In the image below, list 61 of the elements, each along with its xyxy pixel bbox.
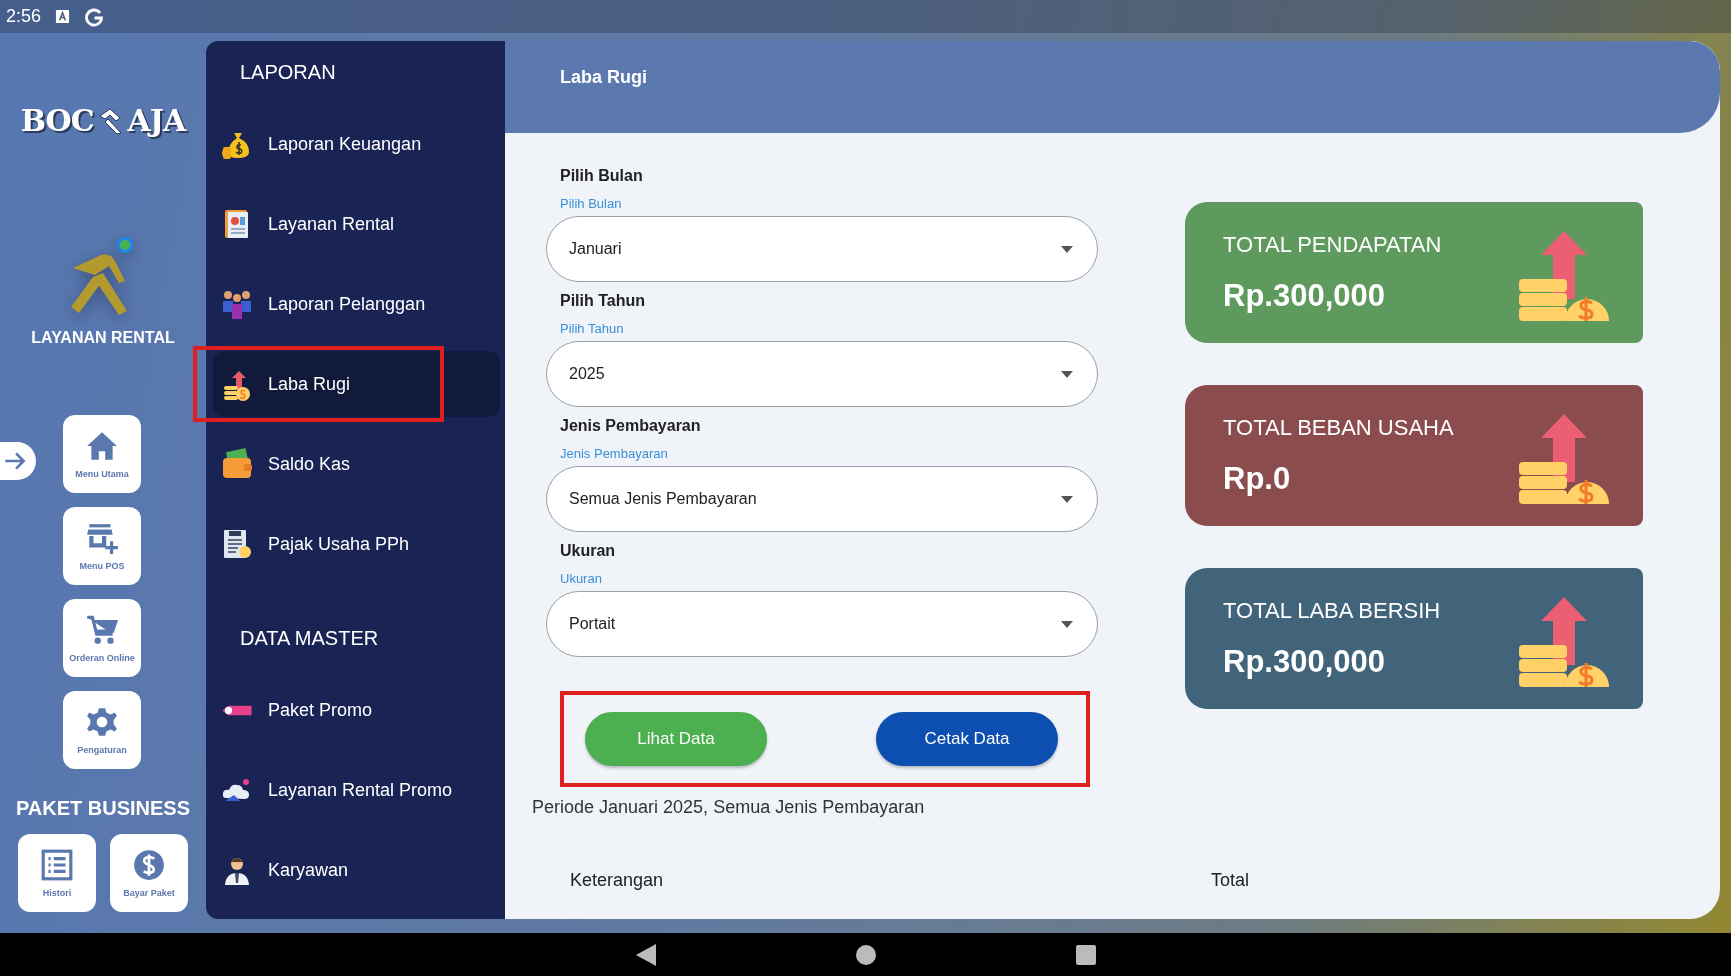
dollar-icon	[132, 848, 166, 882]
caret-icon	[1061, 245, 1073, 253]
field-label: Pilih Bulan	[559, 166, 644, 186]
card-amount: Rp.300,000	[1223, 643, 1386, 680]
sidebar-item[interactable]: Laba Rugi	[213, 351, 500, 417]
nav-tile[interactable]: Pengaturan	[63, 691, 141, 769]
list-icon	[40, 848, 74, 882]
nav-tile[interactable]: Orderan Online	[63, 599, 141, 677]
wallet-icon	[220, 447, 254, 481]
card-title: TOTAL LABA BERSIH	[1223, 597, 1441, 624]
expand-tab[interactable]	[0, 442, 36, 480]
section-title: PAKET BUSINESS	[15, 797, 191, 820]
column-header: Keterangan	[570, 870, 665, 891]
package-tile[interactable]: Bayar Paket	[110, 834, 188, 912]
sidebar-item[interactable]: Pajak Usaha PPh	[213, 511, 500, 577]
recents-icon[interactable]	[1076, 944, 1096, 965]
section-title: LAPORAN	[239, 60, 337, 85]
sidebar-item[interactable]: Layanan Rental	[213, 191, 500, 257]
field-label: Ukuran	[559, 541, 617, 561]
sidebar-item[interactable]: Paket Promo	[213, 677, 500, 743]
print-button[interactable]: Cetak Data	[876, 712, 1058, 766]
sidebar-item[interactable]: Saldo Kas	[213, 431, 500, 497]
card-title: TOTAL BEBAN USAHA	[1223, 414, 1454, 441]
field-label: Pilih Tahun	[559, 291, 647, 311]
caret-icon	[1061, 495, 1073, 503]
cart-icon	[85, 613, 119, 647]
column-header: Total	[1211, 870, 1250, 891]
status-time: 2:56	[6, 6, 42, 27]
sidebar-item[interactable]: Laporan Keuangan	[213, 111, 500, 177]
sidebar-item[interactable]: Layanan Rental Promo	[213, 757, 500, 823]
floating-label: Ukuran	[559, 570, 603, 588]
sidebar-item[interactable]: Laporan Pelanggan	[213, 271, 500, 337]
field-label: Jenis Pembayaran	[559, 416, 702, 436]
keyboard-icon	[55, 9, 71, 24]
nav-tile[interactable]: Menu Utama	[63, 415, 141, 493]
floating-label: Jenis Pembayaran	[559, 445, 669, 463]
nav-tile[interactable]: Menu POS	[63, 507, 141, 585]
caret-icon	[1061, 370, 1073, 378]
dropdown-field[interactable]: Semua Jenis Pembayaran	[546, 466, 1098, 532]
logo-text: BOC	[20, 103, 94, 138]
logo-text: AJA	[127, 103, 186, 138]
period-text: Periode Januari 2025, Semua Jenis Pembayaran	[532, 797, 926, 818]
store-icon	[85, 521, 119, 555]
home-icon[interactable]	[856, 944, 876, 965]
settings-icon	[85, 705, 119, 739]
page-title: Laba Rugi	[560, 66, 647, 88]
dropdown-field[interactable]: Portait	[546, 591, 1098, 657]
sidebar-item[interactable]: Karyawan	[213, 837, 500, 903]
back-icon[interactable]	[636, 943, 656, 966]
dropdown-field[interactable]: 2025	[546, 341, 1098, 407]
card-title: TOTAL PENDAPATAN	[1223, 231, 1442, 258]
caret-icon	[1061, 620, 1073, 628]
g-icon	[84, 6, 105, 27]
section-title: DATA MASTER	[239, 626, 380, 651]
dropdown-field[interactable]: Januari	[546, 216, 1098, 282]
app-label: LAYANAN RENTAL	[31, 329, 175, 347]
floating-label: Pilih Tahun	[559, 320, 625, 338]
package-tile[interactable]: Histori	[18, 834, 96, 912]
card-amount: Rp.0	[1223, 460, 1292, 497]
floating-label: Pilih Bulan	[559, 195, 623, 213]
card-amount: Rp.300,000	[1223, 277, 1386, 314]
